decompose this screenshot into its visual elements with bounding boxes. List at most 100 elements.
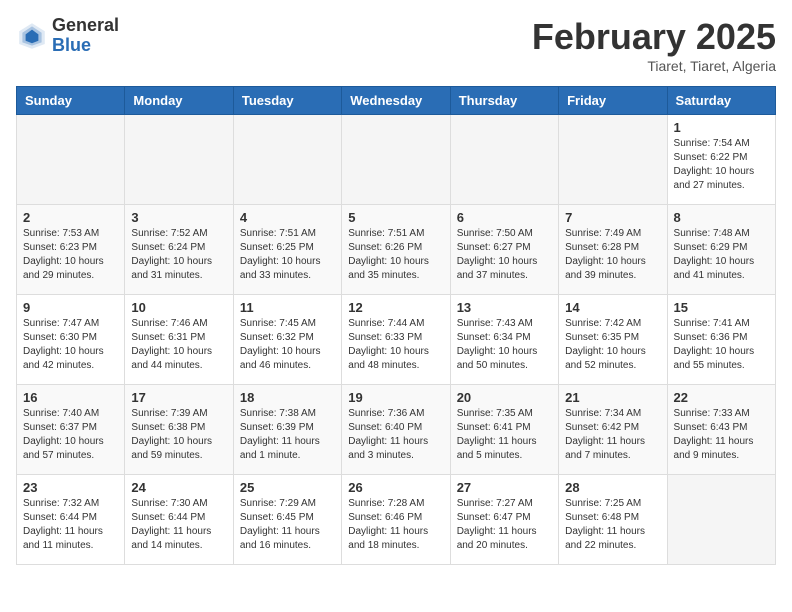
calendar-week-4: 16 Sunrise: 7:40 AM Sunset: 6:37 PM Dayli… bbox=[17, 385, 776, 475]
day-header-sunday: Sunday bbox=[17, 87, 125, 115]
calendar-cell: 28Sunrise: 7:25 AM Sunset: 6:48 PM Dayli… bbox=[559, 475, 667, 565]
day-number: 16 bbox=[23, 390, 118, 405]
day-info: Sunrise: 7:25 AM Sunset: 6:48 PM Dayligh… bbox=[565, 497, 660, 553]
day-header-tuesday: Tuesday bbox=[233, 87, 341, 115]
calendar-cell bbox=[342, 115, 450, 205]
day-info: Sunrise: 7:53 AM Sunset: 6:23 PM Dayligh… bbox=[23, 227, 118, 283]
calendar-cell: 12 Sunrise: 7:44 AM Sunset: 6:33 PM Dayli… bbox=[342, 295, 450, 385]
day-number: 21 bbox=[565, 390, 660, 405]
calendar-cell bbox=[450, 115, 558, 205]
day-header-friday: Friday bbox=[559, 87, 667, 115]
day-number: 25 bbox=[240, 480, 335, 495]
day-number: 6 bbox=[457, 210, 552, 225]
day-header-monday: Monday bbox=[125, 87, 233, 115]
day-number: 12 bbox=[348, 300, 443, 315]
calendar-header-row: SundayMondayTuesdayWednesdayThursdayFrid… bbox=[17, 87, 776, 115]
calendar-cell: 6 Sunrise: 7:50 AM Sunset: 6:27 PM Daylig… bbox=[450, 205, 558, 295]
calendar-cell: 11 Sunrise: 7:45 AM Sunset: 6:32 PM Dayli… bbox=[233, 295, 341, 385]
calendar-table: SundayMondayTuesdayWednesdayThursdayFrid… bbox=[16, 86, 776, 565]
day-number: 20 bbox=[457, 390, 552, 405]
calendar-cell: 21Sunrise: 7:34 AM Sunset: 6:42 PM Dayli… bbox=[559, 385, 667, 475]
logo: General Blue bbox=[16, 16, 119, 56]
calendar-cell: 8 Sunrise: 7:48 AM Sunset: 6:29 PM Daylig… bbox=[667, 205, 775, 295]
day-number: 17 bbox=[131, 390, 226, 405]
page-header: General Blue February 2025 Tiaret, Tiare… bbox=[16, 16, 776, 74]
calendar-cell bbox=[17, 115, 125, 205]
day-info: Sunrise: 7:50 AM Sunset: 6:27 PM Dayligh… bbox=[457, 227, 552, 283]
day-number: 23 bbox=[23, 480, 118, 495]
calendar-cell: 10 Sunrise: 7:46 AM Sunset: 6:31 PM Dayli… bbox=[125, 295, 233, 385]
calendar-cell: 17 Sunrise: 7:39 AM Sunset: 6:38 PM Dayli… bbox=[125, 385, 233, 475]
calendar-cell: 24Sunrise: 7:30 AM Sunset: 6:44 PM Dayli… bbox=[125, 475, 233, 565]
day-number: 9 bbox=[23, 300, 118, 315]
day-header-thursday: Thursday bbox=[450, 87, 558, 115]
calendar-week-2: 2 Sunrise: 7:53 AM Sunset: 6:23 PM Daylig… bbox=[17, 205, 776, 295]
day-number: 10 bbox=[131, 300, 226, 315]
calendar-cell: 27 Sunrise: 7:27 AM Sunset: 6:47 PM Dayli… bbox=[450, 475, 558, 565]
calendar-week-5: 23 Sunrise: 7:32 AM Sunset: 6:44 PM Dayli… bbox=[17, 475, 776, 565]
day-number: 13 bbox=[457, 300, 552, 315]
day-info: Sunrise: 7:52 AM Sunset: 6:24 PM Dayligh… bbox=[131, 227, 226, 283]
day-number: 11 bbox=[240, 300, 335, 315]
calendar-cell: 1Sunrise: 7:54 AM Sunset: 6:22 PM Daylig… bbox=[667, 115, 775, 205]
calendar-cell bbox=[125, 115, 233, 205]
day-number: 5 bbox=[348, 210, 443, 225]
day-info: Sunrise: 7:27 AM Sunset: 6:47 PM Dayligh… bbox=[457, 497, 552, 553]
day-info: Sunrise: 7:29 AM Sunset: 6:45 PM Dayligh… bbox=[240, 497, 335, 553]
calendar-cell: 20 Sunrise: 7:35 AM Sunset: 6:41 PM Dayli… bbox=[450, 385, 558, 475]
day-info: Sunrise: 7:39 AM Sunset: 6:38 PM Dayligh… bbox=[131, 407, 226, 463]
day-info: Sunrise: 7:32 AM Sunset: 6:44 PM Dayligh… bbox=[23, 497, 118, 553]
calendar-cell: 16 Sunrise: 7:40 AM Sunset: 6:37 PM Dayli… bbox=[17, 385, 125, 475]
calendar-cell: 13 Sunrise: 7:43 AM Sunset: 6:34 PM Dayli… bbox=[450, 295, 558, 385]
day-info: Sunrise: 7:49 AM Sunset: 6:28 PM Dayligh… bbox=[565, 227, 660, 283]
calendar-cell bbox=[559, 115, 667, 205]
month-title: February 2025 bbox=[532, 16, 776, 58]
day-info: Sunrise: 7:35 AM Sunset: 6:41 PM Dayligh… bbox=[457, 407, 552, 463]
calendar-cell bbox=[233, 115, 341, 205]
title-block: February 2025 Tiaret, Tiaret, Algeria bbox=[532, 16, 776, 74]
calendar-cell: 9 Sunrise: 7:47 AM Sunset: 6:30 PM Daylig… bbox=[17, 295, 125, 385]
day-info: Sunrise: 7:43 AM Sunset: 6:34 PM Dayligh… bbox=[457, 317, 552, 373]
calendar-cell: 22 Sunrise: 7:33 AM Sunset: 6:43 PM Dayli… bbox=[667, 385, 775, 475]
calendar-cell: 18 Sunrise: 7:38 AM Sunset: 6:39 PM Dayli… bbox=[233, 385, 341, 475]
day-info: Sunrise: 7:45 AM Sunset: 6:32 PM Dayligh… bbox=[240, 317, 335, 373]
day-info: Sunrise: 7:47 AM Sunset: 6:30 PM Dayligh… bbox=[23, 317, 118, 373]
day-info: Sunrise: 7:51 AM Sunset: 6:25 PM Dayligh… bbox=[240, 227, 335, 283]
day-number: 8 bbox=[674, 210, 769, 225]
day-info: Sunrise: 7:33 AM Sunset: 6:43 PM Dayligh… bbox=[674, 407, 769, 463]
day-number: 24 bbox=[131, 480, 226, 495]
calendar-cell: 15Sunrise: 7:41 AM Sunset: 6:36 PM Dayli… bbox=[667, 295, 775, 385]
logo-blue-text: Blue bbox=[52, 36, 119, 56]
day-number: 18 bbox=[240, 390, 335, 405]
day-number: 22 bbox=[674, 390, 769, 405]
calendar-cell: 19 Sunrise: 7:36 AM Sunset: 6:40 PM Dayli… bbox=[342, 385, 450, 475]
logo-icon bbox=[16, 20, 48, 52]
calendar-cell: 26 Sunrise: 7:28 AM Sunset: 6:46 PM Dayli… bbox=[342, 475, 450, 565]
day-number: 2 bbox=[23, 210, 118, 225]
day-info: Sunrise: 7:40 AM Sunset: 6:37 PM Dayligh… bbox=[23, 407, 118, 463]
day-info: Sunrise: 7:46 AM Sunset: 6:31 PM Dayligh… bbox=[131, 317, 226, 373]
day-number: 4 bbox=[240, 210, 335, 225]
day-info: Sunrise: 7:48 AM Sunset: 6:29 PM Dayligh… bbox=[674, 227, 769, 283]
calendar-cell: 25 Sunrise: 7:29 AM Sunset: 6:45 PM Dayli… bbox=[233, 475, 341, 565]
day-number: 19 bbox=[348, 390, 443, 405]
day-info: Sunrise: 7:51 AM Sunset: 6:26 PM Dayligh… bbox=[348, 227, 443, 283]
calendar-cell: 3 Sunrise: 7:52 AM Sunset: 6:24 PM Daylig… bbox=[125, 205, 233, 295]
day-info: Sunrise: 7:38 AM Sunset: 6:39 PM Dayligh… bbox=[240, 407, 335, 463]
day-number: 3 bbox=[131, 210, 226, 225]
day-info: Sunrise: 7:44 AM Sunset: 6:33 PM Dayligh… bbox=[348, 317, 443, 373]
day-info: Sunrise: 7:42 AM Sunset: 6:35 PM Dayligh… bbox=[565, 317, 660, 373]
day-number: 26 bbox=[348, 480, 443, 495]
location-subtitle: Tiaret, Tiaret, Algeria bbox=[532, 58, 776, 74]
day-info: Sunrise: 7:41 AM Sunset: 6:36 PM Dayligh… bbox=[674, 317, 769, 373]
calendar-cell: 23 Sunrise: 7:32 AM Sunset: 6:44 PM Dayli… bbox=[17, 475, 125, 565]
day-info: Sunrise: 7:36 AM Sunset: 6:40 PM Dayligh… bbox=[348, 407, 443, 463]
day-number: 7 bbox=[565, 210, 660, 225]
calendar-week-3: 9 Sunrise: 7:47 AM Sunset: 6:30 PM Daylig… bbox=[17, 295, 776, 385]
calendar-week-1: 1Sunrise: 7:54 AM Sunset: 6:22 PM Daylig… bbox=[17, 115, 776, 205]
day-number: 27 bbox=[457, 480, 552, 495]
calendar-cell: 5 Sunrise: 7:51 AM Sunset: 6:26 PM Daylig… bbox=[342, 205, 450, 295]
day-info: Sunrise: 7:54 AM Sunset: 6:22 PM Dayligh… bbox=[674, 137, 769, 193]
day-info: Sunrise: 7:28 AM Sunset: 6:46 PM Dayligh… bbox=[348, 497, 443, 553]
calendar-cell: 4 Sunrise: 7:51 AM Sunset: 6:25 PM Daylig… bbox=[233, 205, 341, 295]
